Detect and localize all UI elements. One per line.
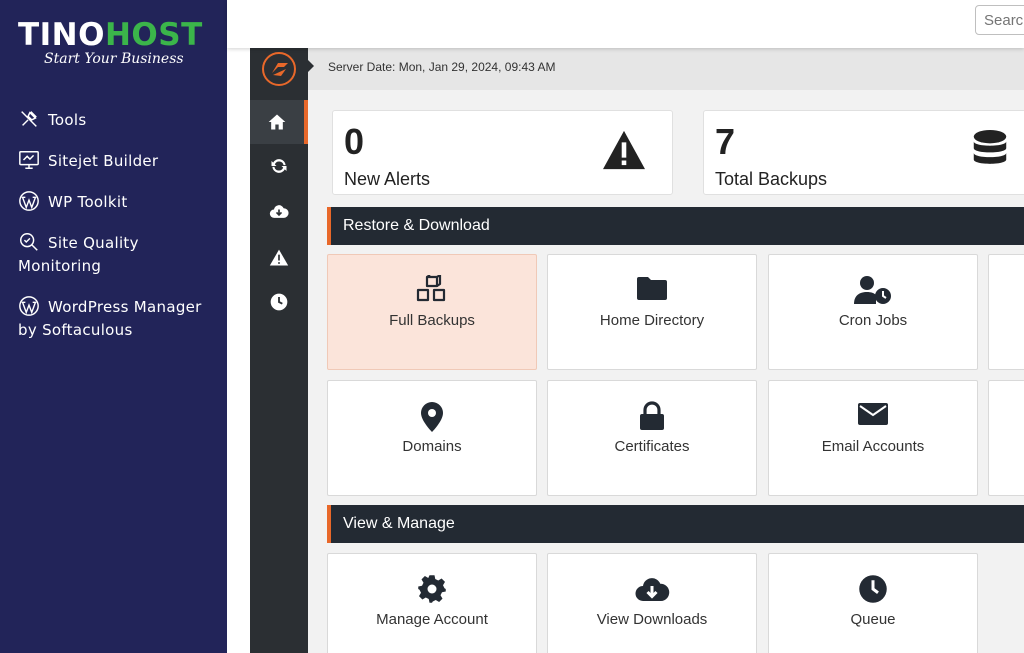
tile-label: Certificates [614, 438, 690, 455]
tile-partial[interactable] [988, 380, 1024, 496]
tile-label: Full Backups [389, 312, 475, 329]
warning-icon [603, 130, 645, 170]
section-header-view-manage: View & Manage [327, 505, 1024, 543]
clock-icon [859, 575, 887, 603]
user-clock-icon [854, 276, 891, 304]
breadcrumb-arrow [308, 60, 314, 72]
tile-manage-account[interactable]: Manage Account [327, 553, 537, 653]
tile-home-directory[interactable]: Home Directory [547, 254, 757, 370]
main-content: Server Date: Mon, Jan 29, 2024, 09:43 AM… [308, 48, 1024, 653]
server-date-bar: Server Date: Mon, Jan 29, 2024, 09:43 AM [308, 48, 1024, 90]
top-bar [227, 0, 1024, 48]
gear-icon [418, 575, 446, 603]
jetbackup-logo-icon [272, 63, 288, 76]
rail-restore[interactable] [250, 144, 308, 188]
envelope-icon [858, 403, 888, 425]
cubes-icon [416, 275, 446, 302]
database-icon [973, 129, 1007, 164]
tile-label: Cron Jobs [838, 312, 908, 329]
rail-home[interactable] [250, 100, 308, 144]
sidebar-item-site-quality[interactable]: Site Quality Monitoring [18, 231, 218, 278]
site-quality-icon [20, 233, 38, 251]
sidebar-item-sitejet[interactable]: Sitejet Builder [18, 149, 218, 173]
sidebar-item-label: Tools [48, 111, 87, 129]
tile-domains[interactable]: Domains [327, 380, 537, 496]
sidebar-item-wordpress-manager[interactable]: WordPress Manager by Softaculous [18, 295, 218, 342]
map-pin-icon [421, 402, 443, 432]
wordpress-icon [19, 191, 39, 211]
rail-downloads[interactable] [250, 190, 308, 234]
brand-logo[interactable]: TINOHOST Start Your Business [18, 16, 208, 67]
section-title: View & Manage [343, 515, 455, 532]
stat-label: Total Backups [715, 169, 828, 189]
stat-value: 0 [344, 121, 365, 162]
server-date: Server Date: Mon, Jan 29, 2024, 09:43 AM [328, 60, 556, 74]
tile-label: Domains [402, 438, 462, 455]
tile-certificates[interactable]: Certificates [547, 380, 757, 496]
tile-view-downloads[interactable]: View Downloads [547, 553, 757, 653]
tile-cron-jobs[interactable]: Cron Jobs [768, 254, 978, 370]
stat-new-alerts[interactable]: 0 New Alerts [332, 110, 673, 195]
stat-value: 7 [715, 121, 736, 162]
brand-tagline: Start Your Business [44, 51, 184, 67]
rail-queue[interactable] [250, 280, 308, 324]
tile-label: Email Accounts [821, 438, 925, 455]
sidebar-item-label: WP Toolkit [48, 193, 128, 211]
sidebar-menu: Tools Sitejet Builder WP Toolkit Site Qu… [18, 108, 218, 359]
tools-icon [21, 111, 37, 127]
tile-label: Home Directory [599, 312, 705, 329]
jetbackup-icon-rail [250, 48, 308, 653]
tile-email-accounts[interactable]: Email Accounts [768, 380, 978, 496]
refresh-icon [271, 159, 287, 173]
tile-partial[interactable] [988, 254, 1024, 370]
sidebar: TINOHOST Start Your Business Tools Sitej… [0, 0, 227, 653]
tile-label: Queue [850, 611, 896, 628]
tile-full-backups[interactable]: Full Backups [327, 254, 537, 370]
cloud-download-icon [635, 578, 670, 601]
tile-queue[interactable]: Queue [768, 553, 978, 653]
sidebar-item-wp-toolkit[interactable]: WP Toolkit [18, 190, 218, 214]
tile-label: View Downloads [596, 611, 708, 628]
sidebar-item-label: Sitejet Builder [48, 152, 159, 170]
rail-alerts[interactable] [250, 236, 308, 280]
stat-total-backups[interactable]: 7 Total Backups [703, 110, 1024, 195]
lock-icon [640, 401, 664, 430]
sidebar-item-tools[interactable]: Tools [18, 108, 218, 132]
clock-icon [270, 293, 288, 311]
sitejet-icon [19, 151, 39, 169]
warning-icon [269, 249, 289, 266]
brand-name: TINOHOST [18, 17, 203, 53]
wordpress-icon [19, 296, 39, 316]
jetbackup-logo[interactable] [262, 52, 296, 86]
cloud-download-icon [269, 205, 289, 218]
home-icon [268, 114, 286, 130]
section-header-restore-download: Restore & Download [327, 207, 1024, 245]
section-title: Restore & Download [343, 217, 490, 234]
sidebar-item-label: WordPress Manager by Softaculous [18, 298, 202, 339]
tile-label: Manage Account [376, 611, 488, 628]
stat-label: New Alerts [344, 169, 431, 189]
folder-icon [637, 277, 667, 300]
search-input[interactable] [975, 5, 1024, 35]
